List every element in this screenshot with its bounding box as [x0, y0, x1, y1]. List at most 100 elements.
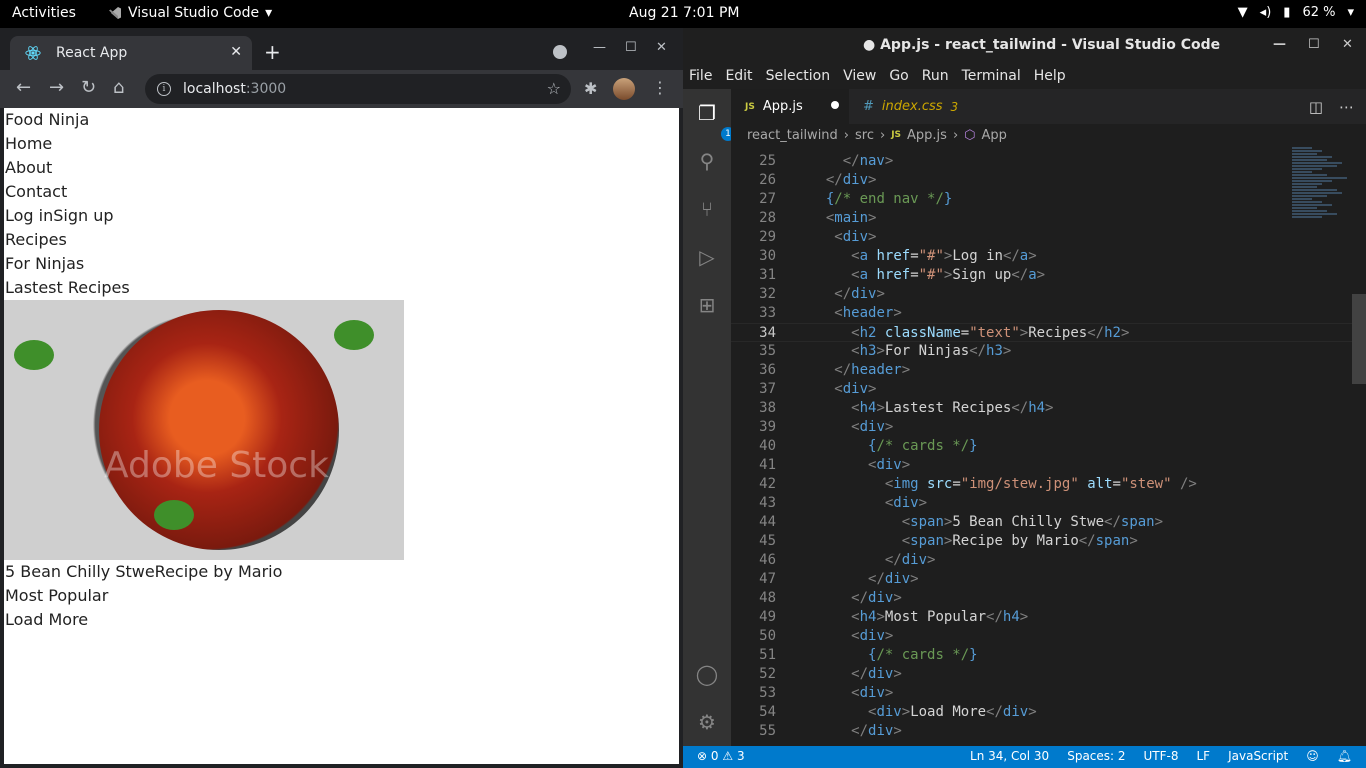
language-mode[interactable]: JavaScript: [1228, 749, 1288, 763]
home-icon[interactable]: ⌂: [113, 77, 124, 98]
code-line[interactable]: 28 <main>: [731, 209, 1366, 228]
explorer-files-icon[interactable]: ❐ 1: [695, 101, 735, 141]
menu-view[interactable]: View: [843, 65, 882, 89]
app-menu[interactable]: Visual Studio Code ▾: [108, 5, 272, 21]
code-line[interactable]: 55 </div>: [731, 722, 1366, 741]
split-editor-icon[interactable]: ◫: [1309, 98, 1323, 116]
browser-tab-react-app[interactable]: React App ✕: [10, 36, 252, 70]
notifications-bell-icon[interactable]: 🔔︎: [1337, 749, 1352, 763]
code-line[interactable]: 46 </div>: [731, 551, 1366, 570]
minimize-button[interactable]: —: [1273, 37, 1286, 52]
menu-terminal[interactable]: Terminal: [962, 65, 1027, 89]
address-bar[interactable]: i localhost:3000 ☆: [145, 74, 571, 104]
code-line[interactable]: 52 </div>: [731, 665, 1366, 684]
settings-gear-icon[interactable]: ⚙: [695, 710, 719, 734]
close-window-button[interactable]: ✕: [656, 40, 667, 55]
back-arrow-icon[interactable]: ←: [16, 77, 31, 98]
code-line[interactable]: 51 {/* cards */}: [731, 646, 1366, 665]
menu-file[interactable]: File: [689, 65, 718, 89]
extensions-puzzle-icon[interactable]: ✱: [584, 79, 597, 98]
code-line[interactable]: 48 </div>: [731, 589, 1366, 608]
chevron-right-icon: ›: [843, 127, 849, 143]
search-icon[interactable]: ⚲: [695, 149, 719, 173]
encoding[interactable]: UTF-8: [1144, 749, 1179, 763]
code-line[interactable]: 37 <div>: [731, 380, 1366, 399]
tab-search-icon[interactable]: [553, 45, 567, 59]
minimap[interactable]: [1292, 146, 1352, 306]
new-tab-button[interactable]: +: [264, 40, 281, 64]
more-actions-icon[interactable]: ⋯: [1339, 98, 1354, 116]
activities-button[interactable]: Activities: [12, 5, 76, 21]
menu-selection[interactable]: Selection: [766, 65, 837, 89]
tab-index-css[interactable]: # index.css 3: [849, 89, 958, 124]
code-line[interactable]: 50 <div>: [731, 627, 1366, 646]
menu-run[interactable]: Run: [922, 65, 955, 89]
code-line[interactable]: 43 <div>: [731, 494, 1366, 513]
cursor-position[interactable]: Ln 34, Col 30: [970, 749, 1049, 763]
breadcrumb-file[interactable]: App.js: [907, 128, 947, 143]
breadcrumb-src[interactable]: src: [855, 128, 874, 143]
code-line[interactable]: 41 <div>: [731, 456, 1366, 475]
auth-links[interactable]: Log inSign up: [4, 204, 679, 228]
profile-avatar[interactable]: [613, 78, 635, 100]
site-info-icon[interactable]: i: [157, 82, 171, 96]
code-line[interactable]: 26 </div>: [731, 171, 1366, 190]
feedback-icon[interactable]: ☺: [1306, 749, 1319, 763]
minimap-line: [1292, 159, 1327, 161]
code-line[interactable]: 45 <span>Recipe by Mario</span>: [731, 532, 1366, 551]
line-number: 25: [759, 153, 776, 169]
close-window-button[interactable]: ✕: [1342, 37, 1353, 52]
code-line[interactable]: 38 <h4>Lastest Recipes</h4>: [731, 399, 1366, 418]
line-number: 30: [759, 248, 776, 264]
menu-go[interactable]: Go: [889, 65, 914, 89]
code-line[interactable]: 27 {/* end nav */}: [731, 190, 1366, 209]
close-tab-icon[interactable]: ✕: [230, 44, 242, 60]
indentation[interactable]: Spaces: 2: [1067, 749, 1125, 763]
reload-icon[interactable]: ↻: [81, 77, 96, 98]
tab-label: App.js: [762, 99, 803, 114]
extensions-icon[interactable]: ⊞: [695, 293, 719, 317]
clock[interactable]: Aug 21 7:01 PM: [629, 5, 739, 21]
maximize-button[interactable]: ☐: [1308, 37, 1320, 52]
tab-app-js[interactable]: JS App.js: [731, 89, 849, 124]
code-line[interactable]: 31 <a href="#">Sign up</a>: [731, 266, 1366, 285]
code-line[interactable]: 32 </div>: [731, 285, 1366, 304]
code-line[interactable]: 39 <div>: [731, 418, 1366, 437]
code-line[interactable]: 35 <h3>For Ninjas</h3>: [731, 342, 1366, 361]
code-line[interactable]: 33 <header>: [731, 304, 1366, 323]
end-of-line[interactable]: LF: [1197, 749, 1211, 763]
menu-help[interactable]: Help: [1034, 65, 1072, 89]
load-more-button[interactable]: Load More: [4, 608, 679, 632]
code-editor[interactable]: 25 </nav> 26 </div> 27 {/* end nav */} 28 <…: [731, 146, 1366, 746]
editor-scrollbar[interactable]: [1352, 294, 1366, 384]
code-line[interactable]: 34 <h2 className="text">Recipes</h2>: [731, 323, 1366, 342]
code-line[interactable]: 49 <h4>Most Popular</h4>: [731, 608, 1366, 627]
breadcrumb-folder[interactable]: react_tailwind: [747, 128, 838, 143]
code-line[interactable]: 42 <img src="img/stew.jpg" alt="stew" />: [731, 475, 1366, 494]
code-line[interactable]: 29 <div>: [731, 228, 1366, 247]
system-tray[interactable]: ▼ ◂) ▮ 62 % ▾: [1238, 5, 1354, 20]
unsaved-dot-icon[interactable]: [831, 101, 839, 109]
run-debug-icon[interactable]: ▷: [695, 245, 719, 269]
browser-menu-icon[interactable]: ⋮: [652, 78, 668, 97]
code-line[interactable]: 54 <div>Load More</div>: [731, 703, 1366, 722]
error-icon: ⊗: [697, 749, 708, 763]
minimize-button[interactable]: —: [593, 40, 606, 55]
react-icon: [25, 46, 41, 60]
accounts-icon[interactable]: ◯: [695, 662, 719, 686]
maximize-button[interactable]: ☐: [625, 40, 637, 55]
problems-indicator[interactable]: ⊗ 0 ⚠ 3: [697, 749, 745, 763]
forward-arrow-icon[interactable]: →: [49, 77, 64, 98]
menu-edit[interactable]: Edit: [725, 65, 758, 89]
source-control-icon[interactable]: ⑂: [695, 197, 719, 221]
code-line[interactable]: 53 <div>: [731, 684, 1366, 703]
code-line[interactable]: 40 {/* cards */}: [731, 437, 1366, 456]
bookmark-star-icon[interactable]: ☆: [547, 79, 561, 98]
code-line[interactable]: 25 </nav>: [731, 152, 1366, 171]
code-line[interactable]: 44 <span>5 Bean Chilly Stwe</span>: [731, 513, 1366, 532]
breadcrumb-symbol[interactable]: App: [982, 128, 1007, 143]
code-line[interactable]: 30 <a href="#">Log in</a>: [731, 247, 1366, 266]
code-line[interactable]: 47 </div>: [731, 570, 1366, 589]
code-text: <img src="img/stew.jpg" alt="stew" />: [884, 476, 1197, 492]
code-line[interactable]: 36 </header>: [731, 361, 1366, 380]
